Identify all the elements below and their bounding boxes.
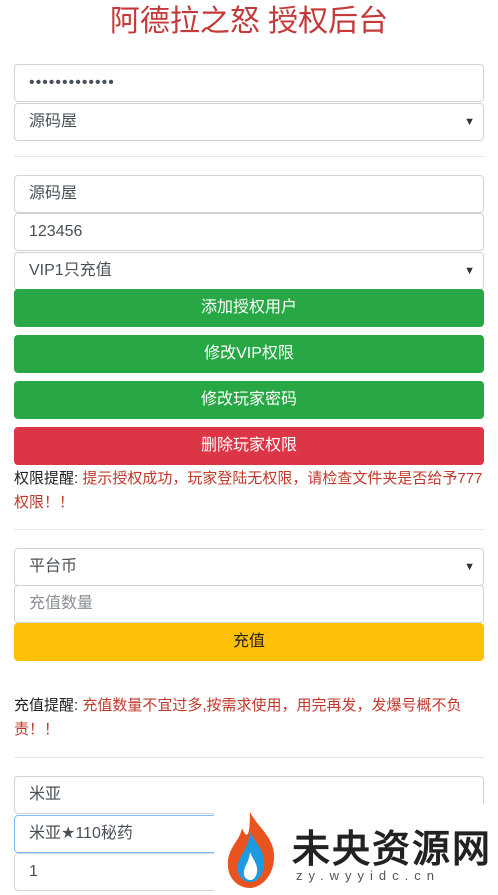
modify-password-button[interactable]: 修改玩家密码 xyxy=(14,381,484,419)
recharge-amount-input[interactable]: 充值数量 xyxy=(14,585,484,623)
watermark-url: zy.wyyidc.cn xyxy=(296,868,440,883)
modify-vip-button[interactable]: 修改VIP权限 xyxy=(14,335,484,373)
currency-select[interactable]: 平台币 ▼ xyxy=(14,548,484,586)
server-select[interactable]: 源码屋 ▼ xyxy=(14,103,484,141)
admin-password-input[interactable]: ••••••••••••• xyxy=(14,64,484,102)
vip-select[interactable]: VIP1只充值 ▼ xyxy=(14,252,484,290)
recharge-notice-text: 充值数量不宜过多,按需求使用，用完再发，发爆号概不负责！！ xyxy=(14,697,462,738)
permission-notice-text: 提示授权成功，玩家登陆无权限，请检查文件夹是否给予777权限！！ xyxy=(14,470,483,511)
currency-select-value: 平台币 xyxy=(29,558,78,575)
permission-notice-label: 权限提醒: xyxy=(14,470,79,487)
watermark-name: 未央资源网 xyxy=(292,826,493,871)
recharge-notice-label: 充值提醒: xyxy=(14,697,79,714)
divider xyxy=(14,529,484,530)
add-user-button[interactable]: 添加授权用户 xyxy=(14,289,484,327)
recharge-button[interactable]: 充值 xyxy=(14,623,484,661)
chevron-down-icon: ▼ xyxy=(464,561,475,573)
divider xyxy=(14,757,484,758)
page-title: 阿德拉之怒 授权后台 xyxy=(109,5,389,38)
admin-panel: 阿德拉之怒 授权后台 ••••••••••••• 源码屋 ▼ 源码屋 12345… xyxy=(14,0,484,891)
divider xyxy=(14,156,484,157)
chevron-down-icon: ▼ xyxy=(464,116,475,128)
permission-notice: 权限提醒: 提示授权成功，玩家登陆无权限，请检查文件夹是否给予777权限！！ xyxy=(14,467,484,515)
username-input[interactable]: 源码屋 xyxy=(14,175,484,213)
recharge-notice: 充值提醒: 充值数量不宜过多,按需求使用，用完再发，发爆号概不负责！！ xyxy=(14,694,484,742)
chevron-down-icon: ▼ xyxy=(464,265,475,277)
watermark-logo: 未央资源网 zy.wyyidc.cn xyxy=(214,804,498,895)
server-select-value: 源码屋 xyxy=(29,113,78,130)
flame-logo-icon xyxy=(227,812,275,888)
player-password-input[interactable]: 123456 xyxy=(14,213,484,251)
vip-select-value: VIP1只充值 xyxy=(29,262,112,279)
delete-permission-button[interactable]: 删除玩家权限 xyxy=(14,427,484,465)
